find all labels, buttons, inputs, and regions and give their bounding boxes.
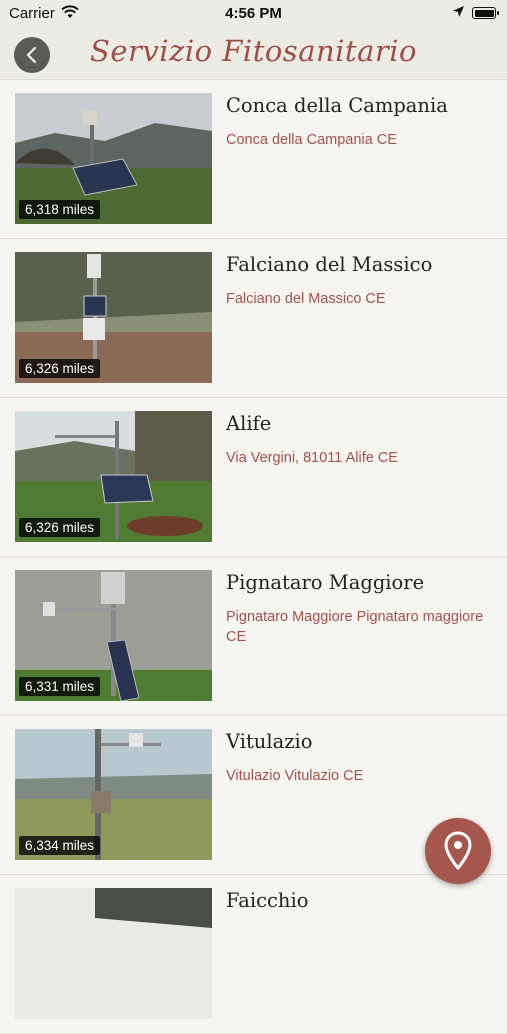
map-button[interactable] bbox=[425, 818, 491, 884]
list-item[interactable]: 6,326 miles Alife Via Vergini, 81011 Ali… bbox=[0, 398, 507, 557]
station-photo: 6,326 miles bbox=[15, 252, 212, 383]
station-name: Faicchio bbox=[226, 889, 309, 912]
page-title: Servizio Fitosanitario bbox=[90, 34, 417, 68]
list-item[interactable]: 6,326 miles Falciano del Massico Falcian… bbox=[0, 239, 507, 398]
station-address: Pignataro Maggiore Pignataro maggiore CE bbox=[226, 609, 484, 645]
station-photo: 6,334 miles bbox=[15, 729, 212, 860]
station-address: Via Vergini, 81011 Alife CE bbox=[226, 450, 398, 466]
station-name: Alife bbox=[226, 412, 272, 435]
distance-badge: 6,331 miles bbox=[19, 677, 101, 696]
list-item[interactable]: Faicchio bbox=[0, 875, 507, 1034]
station-name: Pignataro Maggiore bbox=[226, 571, 425, 594]
status-bar: Carrier 4:56 PM bbox=[0, 0, 507, 28]
distance-badge: 6,326 miles bbox=[19, 359, 101, 378]
station-photo bbox=[15, 888, 212, 1019]
station-name: Conca della Campania bbox=[226, 94, 448, 117]
distance-badge: 6,326 miles bbox=[19, 518, 101, 537]
navigation-bar: Servizio Fitosanitario bbox=[0, 28, 507, 80]
list-item[interactable]: 6,331 miles Pignataro Maggiore Pignataro… bbox=[0, 557, 507, 716]
map-pin-icon bbox=[444, 831, 472, 870]
list-item[interactable]: 6,318 miles Conca della Campania Conca d… bbox=[0, 80, 507, 239]
station-photo: 6,326 miles bbox=[15, 411, 212, 542]
station-address: Vitulazio Vitulazio CE bbox=[226, 768, 364, 784]
station-address: Conca della Campania CE bbox=[226, 132, 397, 148]
clock: 4:56 PM bbox=[225, 5, 282, 22]
distance-badge: 6,318 miles bbox=[19, 200, 101, 219]
station-photo: 6,331 miles bbox=[15, 570, 212, 701]
station-photo: 6,318 miles bbox=[15, 93, 212, 224]
station-name: Vitulazio bbox=[226, 730, 313, 753]
distance-badge: 6,334 miles bbox=[19, 836, 101, 855]
station-list: 6,318 miles Conca della Campania Conca d… bbox=[0, 80, 507, 1034]
station-address: Falciano del Massico CE bbox=[226, 291, 386, 307]
location-arrow-icon bbox=[452, 5, 465, 22]
battery-icon bbox=[472, 7, 499, 19]
station-name: Falciano del Massico bbox=[226, 253, 433, 276]
